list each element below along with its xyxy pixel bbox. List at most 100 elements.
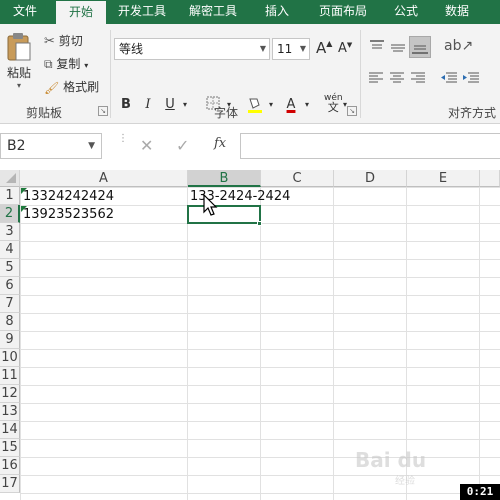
clipboard-launcher-icon[interactable]: ↘ (98, 106, 108, 116)
formula-input[interactable] (240, 133, 500, 159)
name-box-value: B2 (7, 138, 26, 154)
column-header-e[interactable]: E (407, 170, 480, 187)
row-header-10[interactable]: 10 (0, 349, 20, 367)
row-header-12[interactable]: 12 (0, 385, 20, 403)
orientation-icon: ab↗ (444, 38, 474, 54)
decrease-indent-button[interactable] (440, 71, 458, 88)
format-painter-button[interactable]: 🖌 格式刷 (44, 78, 99, 95)
italic-button[interactable]: I (139, 96, 157, 114)
tab-formulas[interactable]: 公式 (384, 0, 428, 24)
font-name-combo[interactable]: 等线 ▼ (114, 38, 270, 60)
increase-indent-button[interactable] (462, 71, 480, 88)
orientation-button[interactable]: ab↗ (444, 38, 473, 54)
font-color-dropdown-icon[interactable]: ▾ (302, 96, 312, 114)
chevron-down-icon: ▼ (299, 44, 306, 53)
row-header-16[interactable]: 16 (0, 457, 20, 475)
fill-handle[interactable] (257, 221, 262, 226)
enter-check-icon[interactable]: ✓ (176, 136, 189, 155)
row-header-7[interactable]: 7 (0, 295, 20, 313)
cell-a1[interactable]: 13324242424 (23, 188, 114, 206)
ribbon: 粘贴 ▾ ✂ 剪切 ⧉ 复制 ▾ 🖌 格式刷 剪贴板 ↘ 等线 ▼ 11 ▼ A… (0, 24, 500, 124)
row-header-5[interactable]: 5 (0, 259, 20, 277)
font-size-combo[interactable]: 11 ▼ (272, 38, 310, 60)
row-header-15[interactable]: 15 (0, 439, 20, 457)
chevron-down-icon: ▼ (88, 141, 95, 151)
column-header-b[interactable]: B (188, 170, 261, 187)
row-header-13[interactable]: 13 (0, 403, 20, 421)
paste-button[interactable]: 粘贴 ▾ (4, 32, 34, 90)
watermark-subtext: 经验 (395, 476, 415, 487)
shrink-font-label: A (338, 41, 347, 56)
fill-color-button[interactable] (246, 96, 264, 114)
tab-insert[interactable]: 插入 (252, 0, 302, 24)
row-header-1[interactable]: 1 (0, 187, 20, 205)
align-bottom-button[interactable] (409, 36, 431, 58)
row-header-11[interactable]: 11 (0, 367, 20, 385)
font-name-value: 等线 (119, 42, 144, 56)
bold-button[interactable]: B (117, 96, 135, 114)
row-header-9[interactable]: 9 (0, 331, 20, 349)
name-box[interactable]: B2 ▼ (0, 133, 102, 159)
tab-decrypt[interactable]: 解密工具 (180, 0, 246, 24)
gridline (333, 187, 334, 500)
row-header-3[interactable]: 3 (0, 223, 20, 241)
column-header-f[interactable] (480, 170, 500, 187)
underline-dropdown-icon[interactable]: ▾ (180, 96, 190, 114)
row-header-8[interactable]: 8 (0, 313, 20, 331)
formula-bar: B2 ▼ ⋮ ✕ ✓ fx (0, 124, 500, 170)
group-divider (110, 30, 111, 118)
row-header-4[interactable]: 4 (0, 241, 20, 259)
copy-dropdown-icon[interactable]: ▾ (84, 61, 88, 70)
paste-icon (7, 33, 31, 61)
fill-color-dropdown-icon[interactable]: ▾ (266, 96, 276, 114)
tab-file[interactable]: 文件 (0, 0, 50, 24)
align-middle-icon (391, 44, 405, 52)
align-top-button[interactable] (368, 38, 386, 56)
align-top-icon (370, 40, 384, 49)
cut-label: 剪切 (58, 34, 83, 48)
tab-page-layout[interactable]: 页面布局 (306, 0, 380, 24)
tab-data[interactable]: 数据 (432, 0, 482, 24)
tab-developer[interactable]: 开发工具 (110, 0, 174, 24)
row-header-14[interactable]: 14 (0, 421, 20, 439)
font-launcher-icon[interactable]: ↘ (347, 106, 357, 116)
insert-function-button[interactable]: fx (214, 136, 226, 151)
alignment-group-label: 对齐方式 (448, 106, 497, 120)
row-header-6[interactable]: 6 (0, 277, 20, 295)
ribbon-tab-bar: 文件 开始 开发工具 解密工具 插入 页面布局 公式 数据 (0, 0, 500, 24)
copy-button[interactable]: ⧉ 复制 ▾ (44, 55, 88, 72)
column-header-a[interactable]: A (20, 170, 188, 187)
column-header-d[interactable]: D (334, 170, 407, 187)
clipboard-group-label: 剪贴板 (26, 106, 63, 120)
underline-button[interactable]: U (161, 96, 179, 114)
shrink-font-button[interactable]: A▼ (338, 41, 352, 56)
gridline (260, 187, 261, 500)
row-header-2[interactable]: 2 (0, 205, 20, 223)
mouse-cursor-icon (203, 194, 218, 216)
align-center-button[interactable] (389, 71, 405, 88)
format-painter-label: 格式刷 (63, 80, 100, 94)
drag-handle-icon[interactable]: ⋮ (118, 134, 128, 156)
copy-icon: ⧉ (44, 57, 53, 71)
up-arrow-icon: ▲ (326, 39, 333, 48)
align-left-button[interactable] (368, 71, 384, 88)
gridline (187, 187, 188, 500)
cell-a2[interactable]: 13923523562 (23, 206, 114, 224)
tab-home[interactable]: 开始 (56, 0, 106, 24)
cancel-icon[interactable]: ✕ (140, 136, 153, 155)
paste-dropdown-icon[interactable]: ▾ (4, 81, 34, 90)
grow-font-button[interactable]: A▲ (316, 39, 332, 57)
fill-bucket-icon (248, 98, 262, 113)
row-header-17[interactable]: 17 (0, 475, 20, 493)
align-right-button[interactable] (410, 71, 426, 88)
select-all-corner[interactable] (0, 170, 20, 187)
decrease-indent-icon (441, 72, 457, 83)
font-color-button[interactable]: A (282, 96, 300, 114)
corner-triangle-icon (6, 173, 16, 183)
copy-label: 复制 (56, 57, 81, 71)
column-header-c[interactable]: C (261, 170, 334, 187)
paste-label: 粘贴 (6, 66, 31, 80)
cut-button[interactable]: ✂ 剪切 (44, 32, 83, 49)
align-middle-button[interactable] (389, 38, 407, 56)
selected-cell-b2[interactable] (187, 205, 261, 224)
